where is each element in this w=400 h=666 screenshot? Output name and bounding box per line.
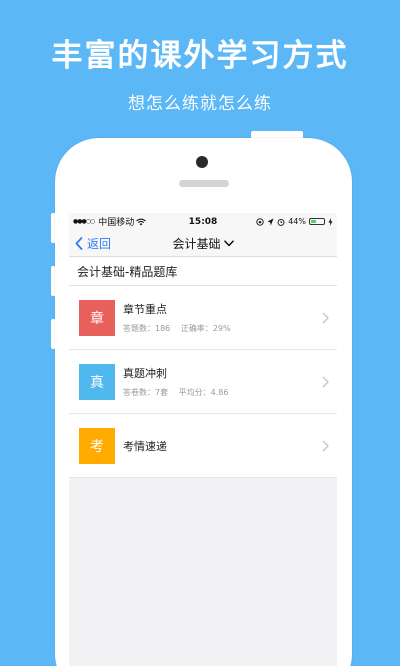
list-item-stats: 答题数：186 正确率：29% bbox=[123, 323, 322, 334]
subject-switcher[interactable]: 会计基础 bbox=[172, 235, 220, 252]
list-item-title: 真题冲刺 bbox=[123, 367, 167, 380]
section-title: 会计基础-精品题库 bbox=[69, 257, 337, 286]
chevron-right-icon bbox=[322, 440, 329, 451]
chevron-right-icon bbox=[322, 312, 329, 323]
list-item-title: 考情速递 bbox=[123, 439, 167, 453]
papers-count: 答卷数：7套 bbox=[123, 388, 169, 397]
exam-news-tile-icon: 考 bbox=[79, 427, 115, 464]
list-item-text: 章节重点 答题数：186 正确率：29% bbox=[123, 301, 322, 334]
phone-screen: ●●●○○ 中国移动 15:08 44% 返回 会计基础 会计基础-精品题库 章… bbox=[69, 213, 337, 666]
answered-count: 答题数：186 bbox=[123, 324, 171, 333]
list-item-text: 考情速递 bbox=[123, 438, 322, 454]
back-label: 返回 bbox=[87, 236, 112, 251]
phone-speaker bbox=[179, 180, 229, 187]
list-item-real-exam-sprint[interactable]: 真 真题冲刺 答卷数：7套 平均分：4.86 bbox=[69, 350, 337, 414]
back-button[interactable]: 返回 bbox=[69, 235, 111, 252]
phone-camera bbox=[196, 156, 208, 168]
promo-headline: 丰富的课外学习方式 bbox=[51, 38, 349, 74]
list-item-chapter-focus[interactable]: 章 章节重点 答题数：186 正确率：29% bbox=[69, 286, 337, 350]
accuracy-rate: 正确率：29% bbox=[180, 324, 231, 333]
status-time: 15:08 bbox=[188, 216, 218, 227]
list-item-title: 章节重点 bbox=[123, 303, 167, 316]
promo-subline: 想怎么练就怎么练 bbox=[128, 94, 272, 114]
nav-bar: 返回 会计基础 bbox=[69, 230, 337, 257]
real-exam-tile-icon: 真 bbox=[79, 363, 115, 400]
status-bar: ●●●○○ 中国移动 15:08 44% bbox=[69, 213, 337, 230]
chapter-tile-icon: 章 bbox=[79, 299, 115, 336]
battery-fill bbox=[311, 220, 317, 223]
phone-frame: ●●●○○ 中国移动 15:08 44% 返回 会计基础 会计基础-精品题库 章… bbox=[55, 138, 352, 666]
average-score: 平均分：4.86 bbox=[178, 388, 229, 397]
chevron-right-icon bbox=[322, 376, 329, 387]
list-item-text: 真题冲刺 答卷数：7套 平均分：4.86 bbox=[123, 365, 322, 398]
list-item-exam-news[interactable]: 考 考情速递 bbox=[69, 414, 337, 478]
chevron-left-icon bbox=[75, 236, 83, 250]
battery-icon bbox=[309, 218, 325, 225]
list-item-stats: 答卷数：7套 平均分：4.86 bbox=[123, 387, 322, 398]
chevron-down-icon[interactable] bbox=[223, 239, 234, 247]
